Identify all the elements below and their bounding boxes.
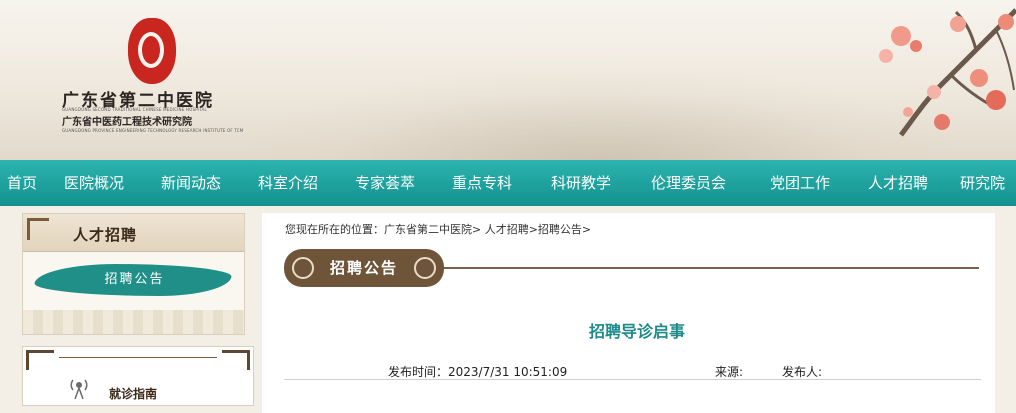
nav-item-party-work[interactable]: 党团工作	[770, 160, 830, 206]
sidebar-item-recruitment-notice[interactable]: 招聘公告	[23, 264, 246, 296]
nav-item-experts[interactable]: 专家荟萃	[355, 160, 415, 206]
sidebar-header: 人才招聘	[23, 214, 244, 252]
breadcrumb: 您现在所在的位置：广东省第二中医院> 人才招聘>招聘公告>	[285, 223, 592, 236]
plum-blossom-branch	[879, 8, 1016, 137]
logo-subtitle: 广东省中医药工程技术研究院	[62, 117, 192, 128]
logo-english-name: GUANGDONG SECOND TRADITIONAL CHINESE MED…	[62, 107, 207, 112]
site-header: 广东省第二中医院 GUANGDONG SECOND TRADITIONAL CH…	[0, 0, 1016, 160]
frame-corner-right-icon	[222, 350, 250, 370]
section-tab-label: 招聘公告	[329, 259, 398, 277]
nav-item-research-teaching[interactable]: 科研教学	[551, 160, 611, 206]
visit-guide-panel: 就诊指南	[22, 346, 254, 406]
frame-line	[59, 357, 217, 358]
frame-corner-left-icon	[26, 350, 54, 370]
nav-item-news[interactable]: 新闻动态	[161, 160, 221, 206]
nav-item-research-institute[interactable]: 研究院	[960, 160, 1005, 206]
main-nav: 首页 医院概况 新闻动态 科室介绍 专家荟萃 重点专科 科研教学 伦理委员会 党…	[0, 160, 1016, 206]
nav-item-hospital-overview[interactable]: 医院概况	[64, 160, 124, 206]
landscape-background	[250, 70, 950, 160]
source-label: 来源:	[715, 365, 744, 379]
content-panel: 您现在所在的位置：广东省第二中医院> 人才招聘>招聘公告> 招聘公告 招聘导诊启…	[262, 213, 995, 413]
meta-divider	[284, 379, 981, 380]
nav-item-departments[interactable]: 科室介绍	[258, 160, 318, 206]
publisher-label: 发布人:	[782, 365, 823, 379]
nav-item-key-specialties[interactable]: 重点专科	[452, 160, 512, 206]
visit-guide-link[interactable]: 就诊指南	[109, 385, 157, 402]
logo-english-subtitle: GUANGDONG PROVINCE ENGINEERING TECHNOLOG…	[62, 128, 244, 133]
article-title: 招聘导诊启事	[588, 322, 685, 341]
nav-item-home[interactable]: 首页	[7, 160, 37, 206]
corner-ornament-icon	[27, 218, 49, 240]
hospital-logo[interactable]: 广东省第二中医院 GUANGDONG SECOND TRADITIONAL CH…	[58, 18, 243, 143]
signal-tower-icon	[70, 379, 88, 399]
nav-item-ethics-committee[interactable]: 伦理委员会	[651, 160, 726, 206]
seal-mark-icon	[138, 32, 164, 68]
section-tab: 招聘公告	[284, 249, 444, 287]
nav-item-recruitment[interactable]: 人才招聘	[868, 160, 928, 206]
decorative-pattern	[23, 310, 244, 334]
sidebar-menu: 人才招聘 招聘公告	[22, 213, 245, 335]
seal-emblem	[128, 18, 176, 84]
publish-time: 发布时间：2023/7/31 10:51:09	[388, 365, 568, 379]
sidebar-title: 人才招聘	[73, 226, 138, 244]
section-divider	[444, 267, 979, 269]
